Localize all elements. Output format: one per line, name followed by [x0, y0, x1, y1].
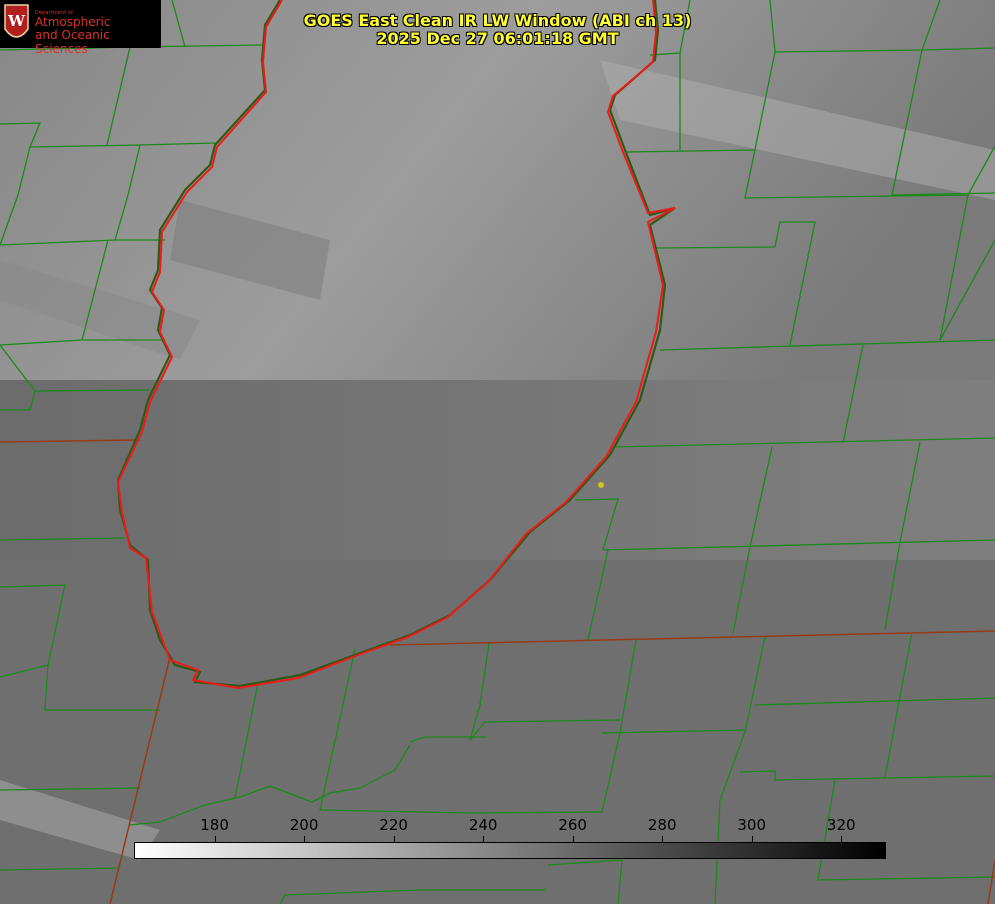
- colorbar-tick-label: 280: [647, 816, 677, 834]
- colorbar-tick-mark: [483, 836, 485, 842]
- colorbar: [134, 842, 886, 859]
- colorbar-tick-label: 200: [289, 816, 319, 834]
- colorbar-tick-label: 300: [737, 816, 767, 834]
- colorbar-tick-label: 220: [379, 816, 408, 834]
- colorbar-tick-mark: [393, 836, 395, 842]
- colorbar-tick-label: 240: [468, 816, 498, 834]
- colorbar-tick-mark: [214, 836, 216, 842]
- colorbar-tick-label: 180: [200, 816, 229, 834]
- colorbar-tick-mark: [841, 836, 843, 842]
- colorbar-tick-mark: [662, 836, 664, 842]
- colorbar-tick-label: 260: [558, 816, 587, 834]
- station-marker: [598, 482, 604, 488]
- colorbar-tick-mark: [751, 836, 753, 842]
- satellite-image-viewer: GOES East Clean IR LW Window (ABI ch 13)…: [0, 0, 995, 904]
- colorbar-tick-mark: [304, 836, 306, 842]
- uw-crest-icon: W: [4, 4, 29, 38]
- colorbar-tick-mark: [572, 836, 574, 842]
- satellite-map: [0, 0, 995, 904]
- aos-logo: W Department of Atmospheric and Oceanic …: [0, 0, 161, 56]
- logo-line1: Atmospheric: [35, 15, 111, 29]
- svg-text:W: W: [7, 12, 26, 30]
- logo-line2: and Oceanic Sciences: [35, 28, 110, 56]
- colorbar-tick-label: 320: [826, 816, 856, 834]
